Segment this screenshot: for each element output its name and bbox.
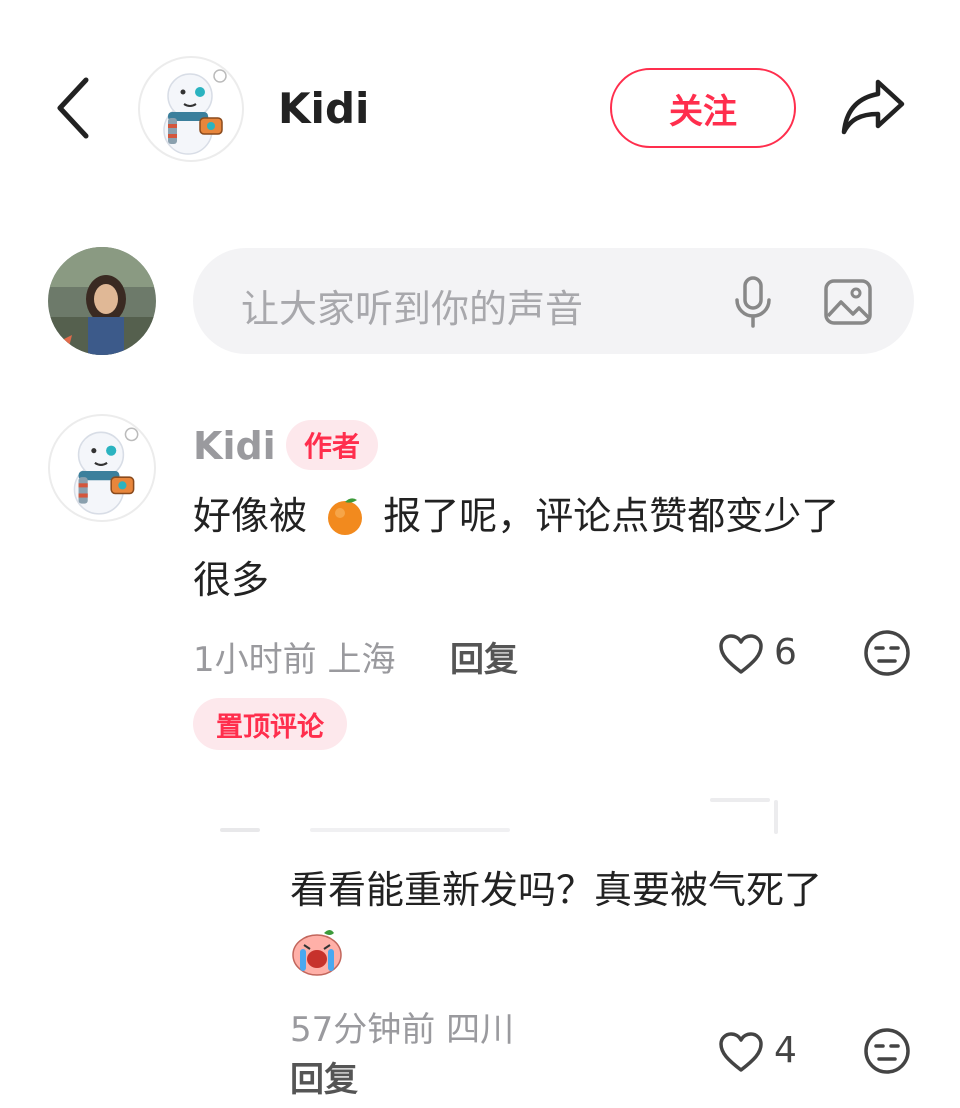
snowman-avatar-image <box>73 427 139 515</box>
meh-face-icon <box>864 1028 910 1074</box>
follow-button[interactable]: 关注 <box>610 68 796 148</box>
comment-text-part2: 报了呢，评论点赞都变少了 <box>383 494 840 538</box>
comment-avatar[interactable] <box>48 414 156 522</box>
comment-text: 好像被 报了呢，评论点赞都变少了 很多 <box>193 484 893 612</box>
microphone-icon <box>735 276 771 328</box>
reply-text-line1: 看看能重新发吗？真要被气死了 <box>290 868 823 912</box>
crying-sticker-emoji <box>292 930 342 976</box>
heart-icon <box>719 634 763 674</box>
meh-face-icon <box>864 630 910 676</box>
reply-button[interactable]: 回复 <box>450 632 518 681</box>
header-username[interactable]: Kidi <box>278 84 369 133</box>
chevron-left-icon <box>57 77 89 139</box>
reply-header-faint <box>220 798 780 838</box>
image-icon <box>824 279 872 325</box>
comment-text-line2: 很多 <box>193 558 270 602</box>
image-button[interactable] <box>823 278 873 326</box>
share-arrow-icon <box>841 79 905 135</box>
like-count: 6 <box>774 632 797 673</box>
share-button[interactable] <box>838 74 908 140</box>
comment-input-placeholder: 让大家听到你的声音 <box>241 287 584 331</box>
comment-username[interactable]: Kidi <box>193 424 276 468</box>
dislike-button[interactable] <box>862 628 912 678</box>
reply-text: 看看能重新发吗？真要被气死了 <box>290 858 910 986</box>
pinned-badge: 置顶评论 <box>193 698 347 750</box>
user-photo-image <box>48 247 156 355</box>
my-avatar <box>48 247 156 355</box>
comment-meta: 1小时前 上海 <box>193 640 396 680</box>
heart-icon <box>719 1032 763 1072</box>
author-badge: 作者 <box>286 420 378 470</box>
comment-input[interactable]: 让大家听到你的声音 <box>193 248 914 354</box>
reply-dislike-button[interactable] <box>862 1026 912 1076</box>
reply-like-count: 4 <box>774 1030 797 1071</box>
back-button[interactable] <box>48 72 104 144</box>
snowman-avatar-image <box>163 69 227 155</box>
voice-button[interactable] <box>729 276 777 328</box>
reply-meta: 57分钟前 四川 <box>290 1010 515 1050</box>
reply-reply-button[interactable]: 回复 <box>290 1052 358 1101</box>
comment-text-part1: 好像被 <box>193 494 308 538</box>
orange-emoji <box>328 498 363 535</box>
like-button[interactable]: 6 <box>718 630 808 678</box>
reply-like-button[interactable]: 4 <box>718 1028 808 1076</box>
header-avatar[interactable] <box>138 56 244 162</box>
